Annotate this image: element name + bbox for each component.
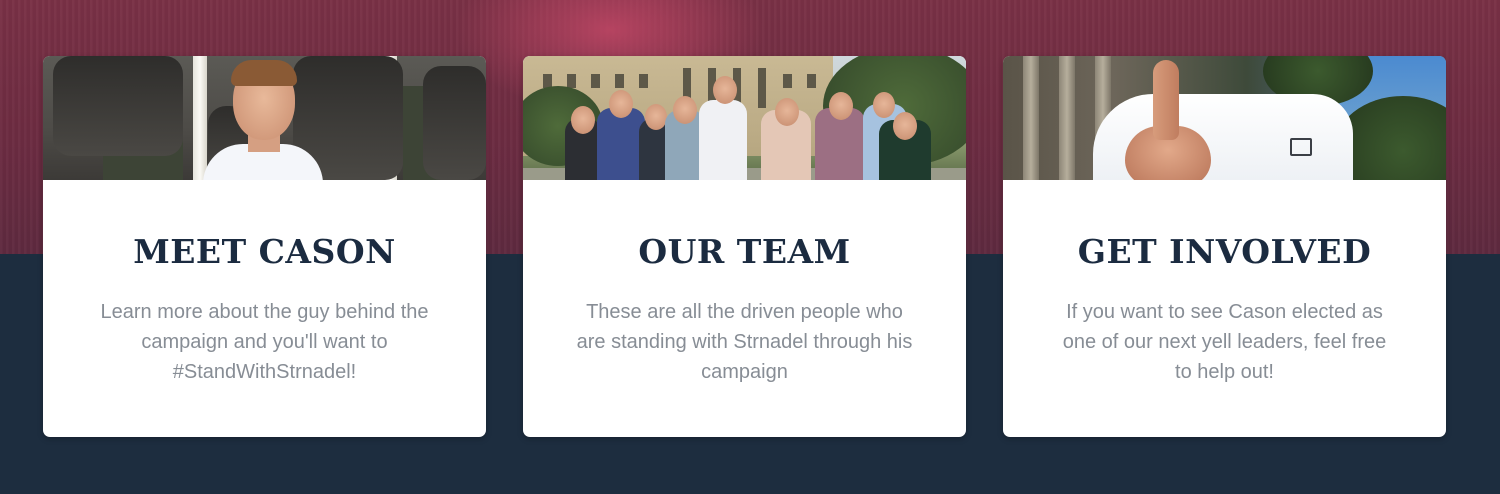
- page: MEET CASON Learn more about the guy behi…: [0, 0, 1500, 494]
- get-involved-photo: [1003, 56, 1446, 180]
- card-body: GET INVOLVED If you want to see Cason el…: [1003, 180, 1446, 437]
- card-get-involved[interactable]: GET INVOLVED If you want to see Cason el…: [1003, 56, 1446, 437]
- card-description: Learn more about the guy behind the camp…: [100, 301, 429, 383]
- card-meet-cason[interactable]: MEET CASON Learn more about the guy behi…: [43, 56, 486, 437]
- meet-cason-photo: [43, 56, 486, 180]
- card-title[interactable]: MEET CASON: [133, 232, 396, 271]
- card-body: OUR TEAM These are all the driven people…: [523, 180, 966, 437]
- card-row: MEET CASON Learn more about the guy behi…: [43, 56, 1446, 437]
- card-title[interactable]: GET INVOLVED: [1078, 232, 1371, 271]
- card-description: These are all the driven people who are …: [576, 301, 913, 383]
- card-title[interactable]: OUR TEAM: [638, 232, 850, 271]
- card-our-team[interactable]: OUR TEAM These are all the driven people…: [523, 56, 966, 437]
- card-body: MEET CASON Learn more about the guy behi…: [43, 180, 486, 437]
- our-team-photo: [523, 56, 966, 180]
- card-description: If you want to see Cason elected as one …: [1062, 301, 1387, 383]
